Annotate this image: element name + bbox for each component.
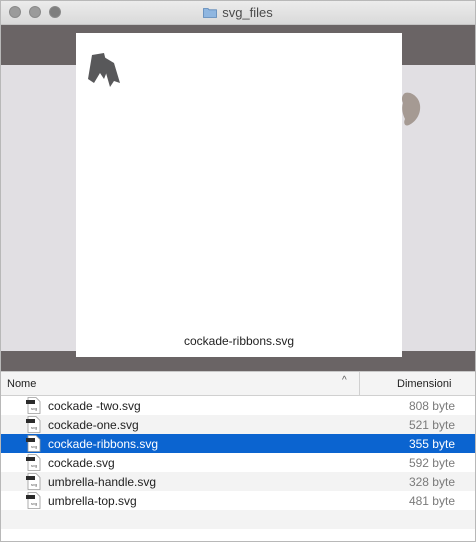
column-header-name[interactable]: Nome (7, 378, 36, 390)
column-divider[interactable] (359, 372, 360, 395)
preview-caption: cockade-ribbons.svg (183, 334, 295, 348)
preview-card: cockade-ribbons.svg (76, 33, 402, 357)
list-item[interactable]: svg cockade -two.svg 808 byte (1, 396, 475, 415)
file-size: 328 byte (408, 475, 455, 489)
file-name: cockade -two.svg (48, 399, 141, 413)
file-name: cockade-ribbons.svg (48, 437, 159, 451)
list-header: Nome ^ Dimensioni (1, 371, 475, 396)
svg-file-icon: svg (26, 473, 41, 490)
file-list: svg cockade -two.svg 808 byte svg cockad… (1, 396, 475, 529)
svg-file-icon: svg (26, 416, 41, 433)
file-size: 521 byte (408, 418, 455, 432)
column-header-size[interactable]: Dimensioni (397, 378, 451, 390)
file-name: cockade.svg (48, 456, 115, 470)
svg-text:svg: svg (31, 463, 37, 468)
list-item[interactable]: svg umbrella-top.svg 481 byte (1, 491, 475, 510)
window-title: svg_files (222, 5, 273, 20)
finder-window: svg_files cockade-ribbons.svg Nome ^ Dim… (0, 0, 476, 542)
list-item[interactable]: svg cockade-one.svg 521 byte (1, 415, 475, 434)
list-item[interactable]: svg umbrella-handle.svg 328 byte (1, 472, 475, 491)
file-size: 808 byte (408, 399, 455, 413)
svg-text:svg: svg (31, 482, 37, 487)
file-size: 481 byte (408, 494, 455, 508)
folder-icon (203, 8, 218, 18)
list-item[interactable]: svg cockade.svg 592 byte (1, 453, 475, 472)
file-size: 592 byte (408, 456, 455, 470)
file-size: 355 byte (408, 437, 455, 451)
svg-file-icon: svg (26, 435, 41, 452)
svg-text:svg: svg (31, 501, 37, 506)
sort-chevron-up-icon[interactable]: ^ (342, 375, 347, 386)
quick-look-preview: cockade-ribbons.svg (1, 25, 475, 371)
file-name: umbrella-top.svg (48, 494, 137, 508)
cockade-ribbons-graphic (88, 53, 120, 87)
file-name: umbrella-handle.svg (48, 475, 157, 489)
svg-file-icon: svg (26, 397, 41, 414)
file-name: cockade-one.svg (48, 418, 139, 432)
svg-text:svg: svg (31, 444, 37, 449)
list-item-selected[interactable]: svg cockade-ribbons.svg 355 byte (1, 434, 475, 453)
empty-row (1, 510, 475, 529)
svg-text:svg: svg (31, 406, 37, 411)
window-title-group: svg_files (1, 5, 475, 20)
svg-file-icon: svg (26, 454, 41, 471)
background-shape (401, 92, 421, 126)
svg-text:svg: svg (31, 425, 37, 430)
title-bar[interactable]: svg_files (1, 1, 475, 25)
svg-file-icon: svg (26, 492, 41, 509)
